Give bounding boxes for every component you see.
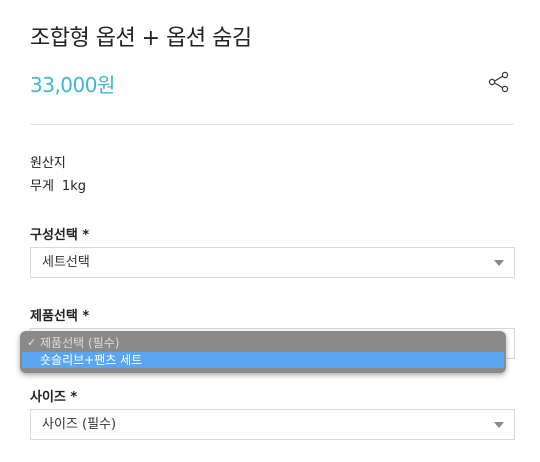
- composition-select-value: 세트선택: [42, 255, 90, 270]
- dropdown-option-set[interactable]: 숏슬리브+팬츠 세트: [22, 352, 504, 368]
- dropdown-option-placeholder[interactable]: ✓ 제품선택 (필수): [20, 335, 506, 351]
- product-dropdown-menu[interactable]: ✓ 제품선택 (필수) 숏슬리브+팬츠 세트: [20, 331, 506, 373]
- checkmark-icon: ✓: [27, 336, 37, 349]
- chevron-down-icon: [494, 260, 504, 266]
- composition-label: 구성선택 *: [30, 228, 90, 243]
- weight-label: 무게: [30, 179, 54, 194]
- product-title: 조합형 옵션 + 옵션 숨김: [30, 26, 252, 51]
- origin-label: 원산지: [30, 156, 66, 171]
- dropdown-option-label: 숏슬리브+팬츠 세트: [40, 353, 143, 367]
- share-icon[interactable]: [487, 70, 511, 94]
- composition-select[interactable]: 세트선택: [30, 247, 515, 278]
- dropdown-option-label: 제품선택 (필수): [40, 336, 120, 350]
- weight-value: 1kg: [61, 179, 86, 194]
- product-price: 33,000원: [30, 73, 115, 97]
- size-select-value: 사이즈 (필수): [42, 417, 117, 432]
- weight-row: 무게 1kg: [30, 175, 86, 194]
- divider: [30, 124, 514, 125]
- size-select[interactable]: 사이즈 (필수): [30, 409, 515, 440]
- product-option-label: 제품선택 *: [30, 309, 90, 324]
- chevron-down-icon: [494, 422, 504, 428]
- size-label: 사이즈 *: [30, 390, 78, 405]
